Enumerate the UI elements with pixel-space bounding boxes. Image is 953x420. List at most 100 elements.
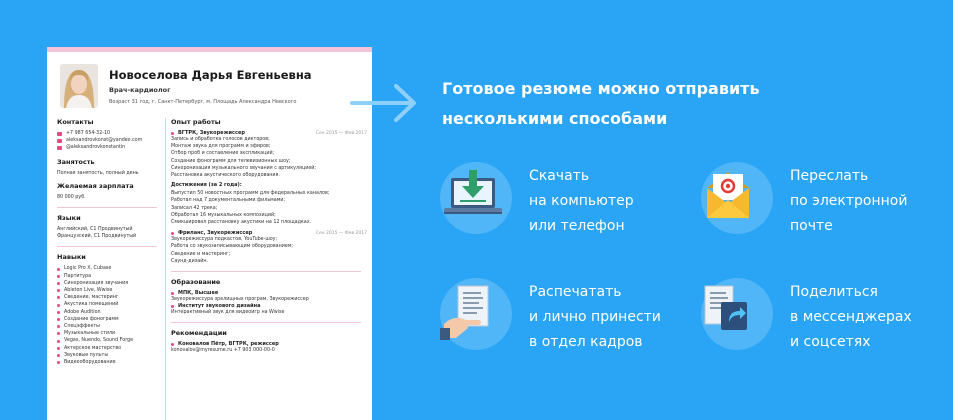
recommendations-title: Рекомендации bbox=[171, 329, 227, 338]
job-duty: Отбор проб и составление экспликаций; bbox=[171, 151, 275, 157]
email-envelope-icon bbox=[707, 172, 749, 218]
bullet-icon bbox=[171, 231, 174, 235]
bullet-icon bbox=[57, 317, 60, 321]
arrow-right-icon bbox=[350, 84, 416, 122]
skill-item: Спецэффекты bbox=[57, 323, 164, 330]
section-divider bbox=[171, 322, 361, 324]
skill-item: Ableton Live, Wwise bbox=[57, 287, 164, 294]
job-duty: Монтаж звука для программ и эфиров; bbox=[171, 144, 271, 150]
section-divider bbox=[57, 207, 157, 209]
job-duty: Саунд-дизайн. bbox=[171, 258, 209, 264]
feature-print: Распечатать и лично принести в отдел кад… bbox=[440, 278, 661, 358]
contact-email: aleksandrovkonst@yandex.com bbox=[57, 137, 164, 144]
bullet-icon bbox=[57, 310, 60, 314]
bullet-icon bbox=[57, 303, 60, 307]
skill-item: Vegas, Nuendo, Sound Forge bbox=[57, 337, 164, 344]
feature-text: Распечатать и лично принести в отдел кад… bbox=[529, 284, 661, 350]
education-desc: Интерактивный звук для видеоигр на Wwise bbox=[171, 310, 285, 316]
job-duty: Создание фонограмм для телевизионных шоу… bbox=[171, 158, 291, 164]
section-divider bbox=[171, 271, 361, 273]
job-duty: Запись и обработка голосов дикторов; bbox=[171, 137, 270, 142]
skills-title: Навыки bbox=[57, 253, 86, 262]
resume-name: Новоселова Дарья Евгеньевна bbox=[109, 68, 312, 82]
feature-share: Поделиться в мессенджерах и соцсетях bbox=[701, 278, 912, 358]
resume-position: Врач-кардиолог bbox=[109, 86, 171, 94]
recommendation-contact: konovalov@myresume.ru +7 903 000-00-0 bbox=[171, 348, 275, 354]
languages-title: Языки bbox=[57, 214, 81, 223]
print-document-icon bbox=[440, 285, 489, 340]
skill-item: Синхронизация звучания bbox=[57, 280, 164, 287]
feature-email: Переслать по электронной почте bbox=[701, 162, 907, 242]
bullet-icon bbox=[171, 342, 174, 346]
phone-icon bbox=[57, 131, 62, 136]
bullet-icon bbox=[57, 281, 60, 285]
achievement-item: Смикшировал расстановку акустики на 12 п… bbox=[171, 220, 312, 226]
headline: Готовое резюме можно отправить нескольки… bbox=[442, 74, 862, 134]
bullet-icon bbox=[57, 339, 60, 343]
bullet-icon bbox=[57, 267, 60, 271]
job-duty: Звукорежиссура подкастов, YouTube-шоу; bbox=[171, 237, 278, 243]
skill-item: Создание фонограмм bbox=[57, 316, 164, 323]
bullet-icon bbox=[57, 274, 60, 278]
mail-icon bbox=[57, 138, 62, 143]
bullet-icon bbox=[57, 332, 60, 336]
bullet-icon bbox=[171, 131, 174, 135]
job-duty: Синхронизация музыкального звучания с ар… bbox=[171, 165, 317, 171]
skill-item: Звуковые пульты bbox=[57, 352, 164, 359]
education-title: Образование bbox=[171, 278, 221, 287]
feature-text: Скачать на компьютер или телефон bbox=[529, 168, 634, 234]
bullet-icon bbox=[57, 296, 60, 300]
language-item: Французский, C1 Продвинутый bbox=[57, 234, 137, 240]
bullet-icon bbox=[57, 361, 60, 365]
language-item: Английский, C1 Продвинутый bbox=[57, 227, 133, 233]
bullet-icon bbox=[57, 346, 60, 350]
resume-preview: Новоселова Дарья Евгеньевна Врач-кардиол… bbox=[47, 47, 372, 420]
resume-header: Новоселова Дарья Евгеньевна Врач-кардиол… bbox=[60, 64, 360, 112]
feature-download: Скачать на компьютер или телефон bbox=[440, 162, 640, 242]
skill-item: Logic Pro X, Cubase bbox=[57, 265, 164, 272]
feature-text: Поделиться в мессенджерах и соцсетях bbox=[790, 284, 912, 350]
job-duty: Сведение и мастеринг; bbox=[171, 251, 231, 257]
salary-value: 80 000 руб. bbox=[57, 194, 86, 200]
resume-location: Возраст 31 год, г. Санкт-Петербург, м. П… bbox=[109, 99, 297, 105]
achievements-title: Достижения (за 2 года): bbox=[171, 182, 242, 189]
skill-item: Акустика помещений bbox=[57, 301, 164, 308]
bullet-icon bbox=[171, 304, 174, 308]
laptop-download-icon bbox=[444, 170, 502, 214]
resume-right-column: Опыт работы ВГТРК, Звукорежиссер Сен 201… bbox=[171, 118, 367, 355]
profile-photo bbox=[60, 64, 98, 108]
skill-item: Музыкальные стили bbox=[57, 330, 164, 337]
achievement-item: Работал над 7 документальными фильмами; bbox=[171, 198, 286, 204]
skill-item: Adobe Audition bbox=[57, 309, 164, 316]
vk-icon bbox=[57, 146, 62, 150]
employment-value: Полная занятость, полный день bbox=[57, 170, 139, 176]
contact-phone: +7 987 654-32-10 bbox=[57, 130, 164, 137]
achievement-item: Обработал 16 музыкальных композиций; bbox=[171, 212, 276, 218]
job-duty: Расстановка акустического оборудования. bbox=[171, 173, 280, 179]
job-dates: Сен 2015 — Фев 2017 bbox=[315, 130, 367, 136]
bullet-icon bbox=[57, 325, 60, 329]
experience-title: Опыт работы bbox=[171, 118, 221, 126]
job-dates: Сен 2015 — Фев 2017 bbox=[315, 230, 367, 236]
job-duty: Работа со звукозаписывающим оборудование… bbox=[171, 244, 294, 250]
contact-social: @aleksandrovkonstantin bbox=[57, 144, 164, 151]
column-divider bbox=[165, 118, 166, 420]
share-document-icon bbox=[704, 285, 747, 330]
resume-left-column: Контакты +7 987 654-32-10 aleksandrovkon… bbox=[57, 118, 164, 366]
employment-title: Занятость bbox=[57, 157, 95, 166]
skill-item: Актерское мастерство bbox=[57, 345, 164, 352]
skill-item: Сведение, мастеринг bbox=[57, 294, 164, 301]
headline-line: несколькими способами bbox=[442, 109, 668, 128]
feature-text: Переслать по электронной почте bbox=[790, 168, 908, 234]
bullet-icon bbox=[57, 289, 60, 293]
bullet-icon bbox=[171, 291, 174, 295]
headline-line: Готовое резюме можно отправить bbox=[442, 79, 760, 98]
skill-item: Партитура bbox=[57, 273, 164, 280]
salary-title: Желаемая зарплата bbox=[57, 181, 134, 190]
contacts-title: Контакты bbox=[57, 118, 94, 126]
skill-item: Видеооборудование bbox=[57, 359, 164, 366]
achievement-item: Выпустил 50 новостных программ для федер… bbox=[171, 191, 330, 197]
section-divider bbox=[57, 246, 157, 248]
achievement-item: Записал 42 трека; bbox=[171, 205, 218, 211]
bullet-icon bbox=[57, 353, 60, 357]
